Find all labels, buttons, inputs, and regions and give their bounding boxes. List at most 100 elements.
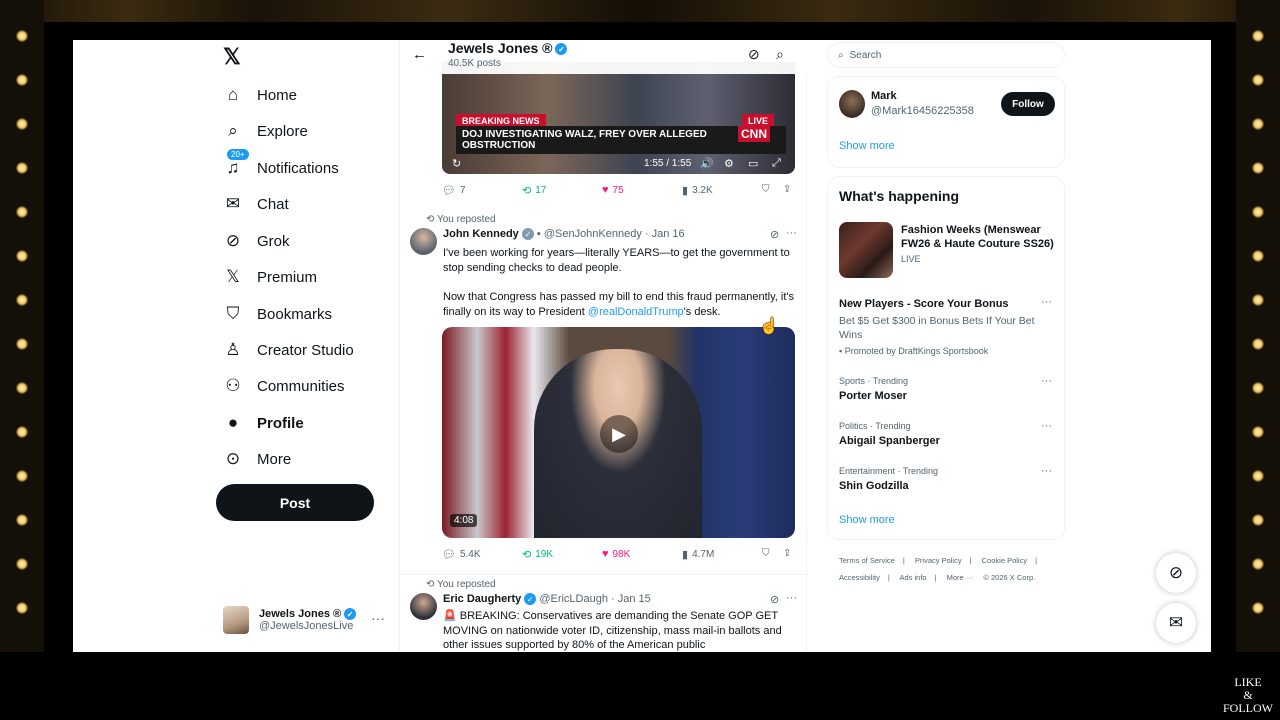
x-logo-icon[interactable]: 𝕏 <box>223 44 241 70</box>
avatar[interactable] <box>410 593 437 620</box>
nav-explore[interactable]: ⌕ Explore <box>223 116 308 146</box>
verified-badge-icon: ✓ <box>555 43 568 56</box>
pip-icon[interactable]: ▭ <box>748 157 758 170</box>
nav-home[interactable]: ⌂ Home <box>223 80 297 110</box>
play-icon[interactable]: ▶ <box>600 415 638 453</box>
nav-grok[interactable]: ⊘ Grok <box>223 226 290 256</box>
search-icon[interactable]: ⌕ <box>776 46 784 63</box>
more-options-icon[interactable]: ··· <box>786 592 797 604</box>
grok-icon[interactable]: ⊘ <box>748 46 760 63</box>
more-options-icon[interactable]: ··· <box>1041 296 1052 308</box>
bookmark-icon[interactable]: ⛉ <box>762 184 770 195</box>
cnn-logo: CNN <box>738 126 770 142</box>
video-duration: 4:08 <box>450 514 478 527</box>
views-button[interactable]: ▮ 4.7M <box>682 548 714 561</box>
more-options-icon[interactable]: ··· <box>1041 375 1052 387</box>
more-options-icon[interactable]: ··· <box>786 227 797 239</box>
video-player-cnn[interactable]: BREAKING NEWS LIVE DOJ INVESTIGATING WAL… <box>442 62 795 174</box>
more-options-icon[interactable]: ··· <box>1041 420 1052 432</box>
fullscreen-icon[interactable]: ⤢ <box>772 157 781 170</box>
author-handle[interactable]: @SenJohnKennedy <box>544 228 642 240</box>
nav-communities[interactable]: ⚇ Communities <box>223 371 344 401</box>
reply-button[interactable]: 💬︎ 7 <box>442 184 466 197</box>
notification-count-badge: 20+ <box>227 149 249 160</box>
x-premium-icon: 𝕏 <box>226 267 240 286</box>
replay-icon[interactable]: ↻ <box>452 157 461 170</box>
grok-icon[interactable]: ⊘ <box>770 593 779 606</box>
more-options-icon[interactable]: ··· <box>1041 465 1052 477</box>
footer-terms[interactable]: Terms of Service <box>839 556 895 565</box>
trend-name[interactable]: Abigail Spanberger <box>839 435 940 447</box>
avatar <box>839 90 865 118</box>
views-count: 3.2K <box>692 185 713 196</box>
follow-button[interactable]: Follow <box>1001 92 1055 116</box>
messages-float-icon[interactable]: ✉ <box>1156 603 1196 643</box>
marquee-bulb <box>1252 250 1264 262</box>
show-more-link[interactable]: Show more <box>839 514 895 526</box>
trend-name[interactable]: Porter Moser <box>839 390 907 402</box>
who-to-follow-card <box>827 76 1065 168</box>
video-player-kennedy[interactable]: ▶ 4:08 <box>442 327 795 538</box>
repost-button[interactable]: ⟲ 17 <box>522 184 546 197</box>
nav-more[interactable]: ⊙ More <box>223 444 291 474</box>
footer-more[interactable]: More ··· <box>947 573 974 582</box>
repost-icon: ⟲ <box>522 185 532 197</box>
back-arrow-icon[interactable]: ← <box>412 46 427 63</box>
grok-icon[interactable]: ⊘ <box>770 228 779 241</box>
footer-privacy[interactable]: Privacy Policy <box>915 556 962 565</box>
event-thumbnail[interactable] <box>839 222 893 278</box>
share-icon[interactable]: ⇪ <box>783 548 791 559</box>
communities-icon: ⚇ <box>225 376 241 395</box>
footer-ads-info[interactable]: Ads info <box>899 573 926 582</box>
nav-chat[interactable]: ✉ Chat <box>223 189 289 219</box>
trend-context: Politics · Trending <box>839 421 911 431</box>
reply-button[interactable]: 💬︎ 5.4K <box>442 548 481 561</box>
reposted-text: You reposted <box>436 214 496 225</box>
show-more-link[interactable]: Show more <box>839 140 895 152</box>
footer-accessibility[interactable]: Accessibility <box>839 573 880 582</box>
promo-title[interactable]: New Players - Score Your Bonus <box>839 298 1009 310</box>
footer-sep: | <box>902 556 905 565</box>
timeline-column: BREAKING NEWS LIVE DOJ INVESTIGATING WAL… <box>399 40 808 652</box>
grok-float-icon[interactable]: ⊘ <box>1156 553 1196 593</box>
account-more-icon[interactable]: ··· <box>371 610 385 626</box>
like-button[interactable]: ♥ 75 <box>602 184 624 196</box>
avatar[interactable] <box>410 228 437 255</box>
views-button[interactable]: ▮ 3.2K <box>682 184 713 197</box>
tweet-eric-daugherty[interactable]: ⟲ You reposted Eric Daugherty ✓ @EricLDau… <box>400 574 808 652</box>
nav-premium[interactable]: 𝕏 Premium <box>223 262 317 292</box>
post-button[interactable]: Post <box>216 484 374 521</box>
bookmark-icon[interactable]: ⛉ <box>762 548 770 559</box>
nav-profile[interactable]: ● Profile <box>223 408 304 438</box>
settings-gear-icon[interactable]: ⚙ <box>724 157 734 170</box>
nav-creator-studio[interactable]: ♙ Creator Studio <box>223 335 354 365</box>
search-input[interactable]: ⌕ Search <box>827 42 1065 68</box>
event-title[interactable]: Fashion Weeks (Menswear FW26 & Haute Cou… <box>901 223 1061 251</box>
nav-notifications[interactable]: ♫ 20+ Notifications <box>223 149 339 183</box>
search-icon: ⌕ <box>838 49 844 61</box>
volume-icon[interactable]: 🔊 <box>700 157 714 170</box>
footer-sep: | <box>1035 556 1038 565</box>
nav-notifications-label: Notifications <box>257 159 339 177</box>
verified-badge-icon: ✓ <box>521 228 534 241</box>
mention-link[interactable]: @realDonaldTrump <box>588 306 684 318</box>
trend-name[interactable]: Shin Godzilla <box>839 480 909 492</box>
footer-cookie[interactable]: Cookie Policy <box>982 556 1027 565</box>
nav-explore-label: Explore <box>257 122 308 140</box>
tweet-date[interactable]: · Jan 16 <box>645 228 685 240</box>
like-button[interactable]: ♥ 98K <box>602 548 630 560</box>
author-name[interactable]: John Kennedy <box>443 228 519 240</box>
marquee-bulb <box>16 250 28 262</box>
account-switcher[interactable]: Jewels Jones ® ✓ @JewelsJonesLive ··· <box>223 600 393 640</box>
tweet-date[interactable]: · Jan 15 <box>611 593 651 605</box>
tweet-text-paragraph-2: Now that Congress has passed my bill to … <box>443 290 799 319</box>
trend-context: Sports · Trending <box>839 376 909 386</box>
nav-creator-studio-label: Creator Studio <box>257 341 354 359</box>
author-name[interactable]: Eric Daugherty <box>443 593 521 605</box>
share-icon[interactable]: ⇪ <box>783 184 791 195</box>
nav-bookmarks[interactable]: ⛉ Bookmarks <box>223 299 332 329</box>
more-circle-icon: ⊙ <box>225 449 241 468</box>
repost-button[interactable]: ⟲ 19K <box>522 548 553 561</box>
marquee-bulb <box>16 602 28 614</box>
author-handle[interactable]: @EricLDaugh <box>539 593 608 605</box>
